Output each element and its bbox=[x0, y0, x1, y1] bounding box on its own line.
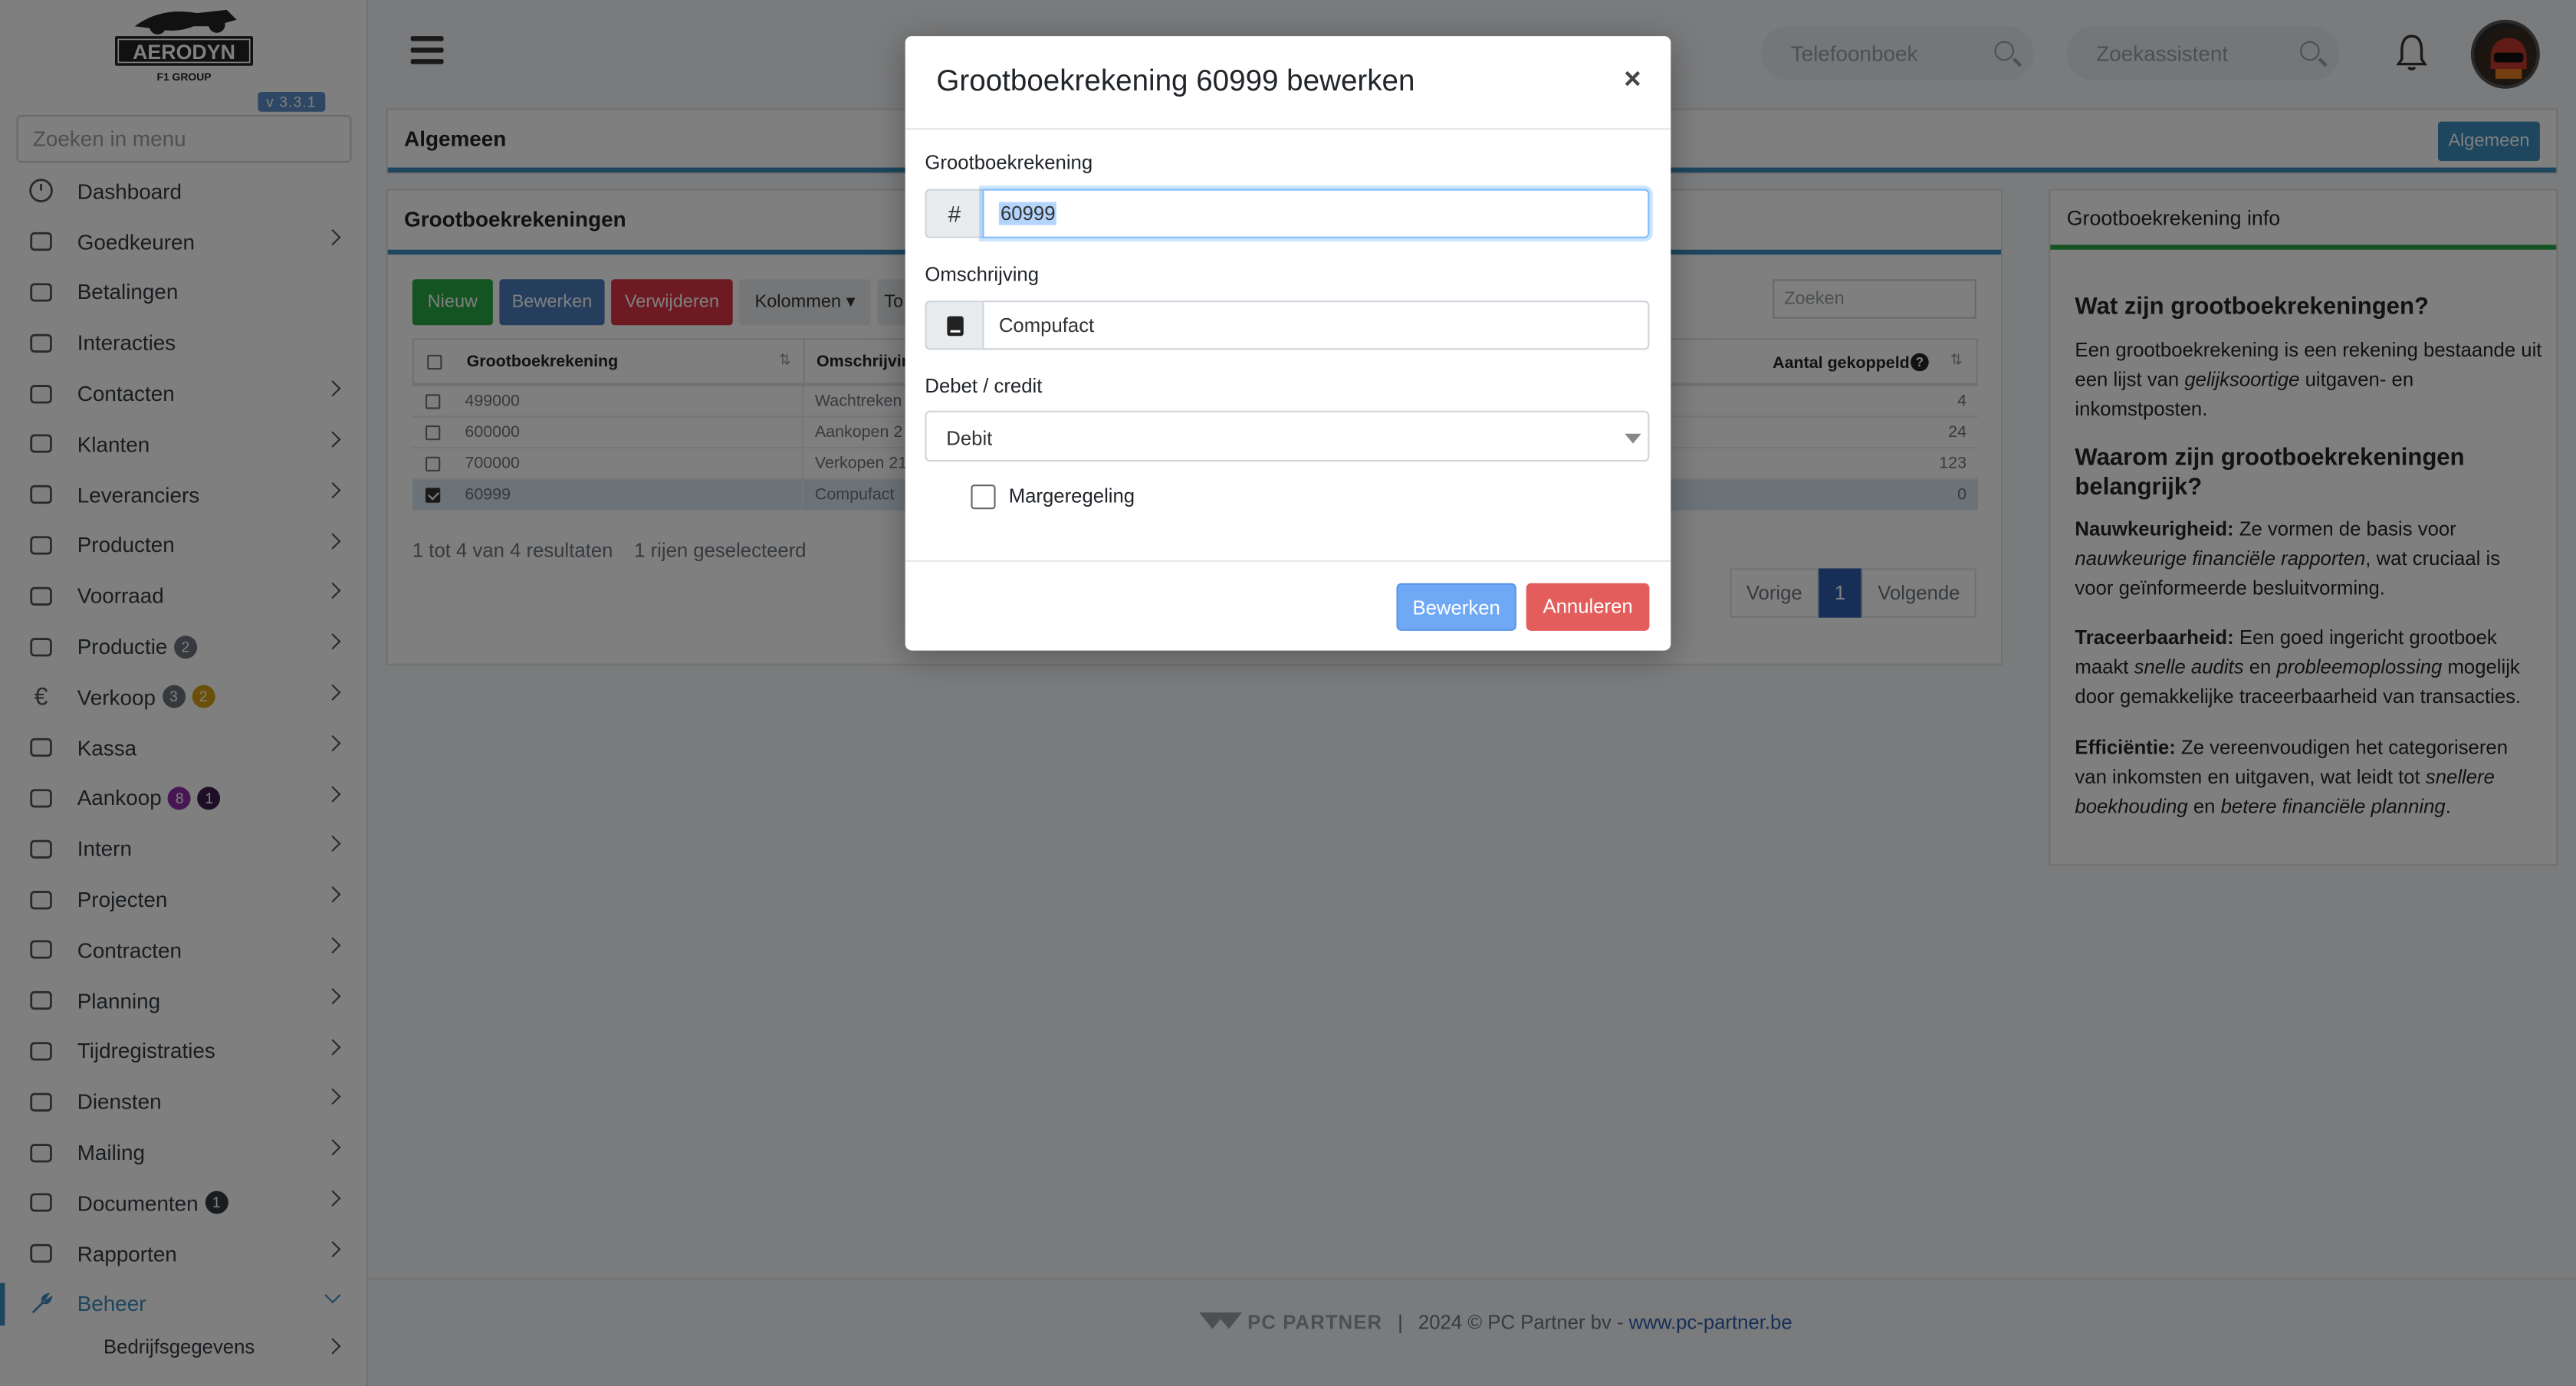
book-icon bbox=[925, 301, 983, 350]
account-number-input[interactable]: 60999 bbox=[982, 189, 1650, 238]
margin-scheme-checkbox[interactable] bbox=[971, 484, 996, 510]
account-label: Grootboekrekening bbox=[925, 151, 1093, 175]
debit-credit-value: Debit bbox=[946, 427, 993, 451]
debit-credit-select[interactable]: Debit bbox=[925, 410, 1650, 462]
edit-ledger-modal: Grootboekrekening 60999 bewerken × Groot… bbox=[905, 36, 1671, 651]
chevron-down-icon bbox=[1625, 433, 1641, 444]
description-input[interactable]: Compufact bbox=[982, 301, 1650, 350]
description-label: Omschrijving bbox=[925, 262, 1040, 286]
submit-edit-button[interactable]: Bewerken bbox=[1396, 583, 1516, 631]
cancel-button[interactable]: Annuleren bbox=[1526, 583, 1650, 631]
account-number-value: 60999 bbox=[998, 202, 1057, 225]
debit-credit-label: Debet / credit bbox=[925, 374, 1043, 398]
hash-icon: # bbox=[925, 189, 983, 238]
margin-scheme-label[interactable]: Margeregeling bbox=[1009, 484, 1135, 507]
close-icon[interactable]: × bbox=[1624, 62, 1641, 97]
app-root: AERODYN F1 GROUP v 3.3.1 Zoeken in menu … bbox=[0, 0, 2576, 1386]
modal-title: Grootboekrekening 60999 bewerken bbox=[936, 64, 1415, 97]
